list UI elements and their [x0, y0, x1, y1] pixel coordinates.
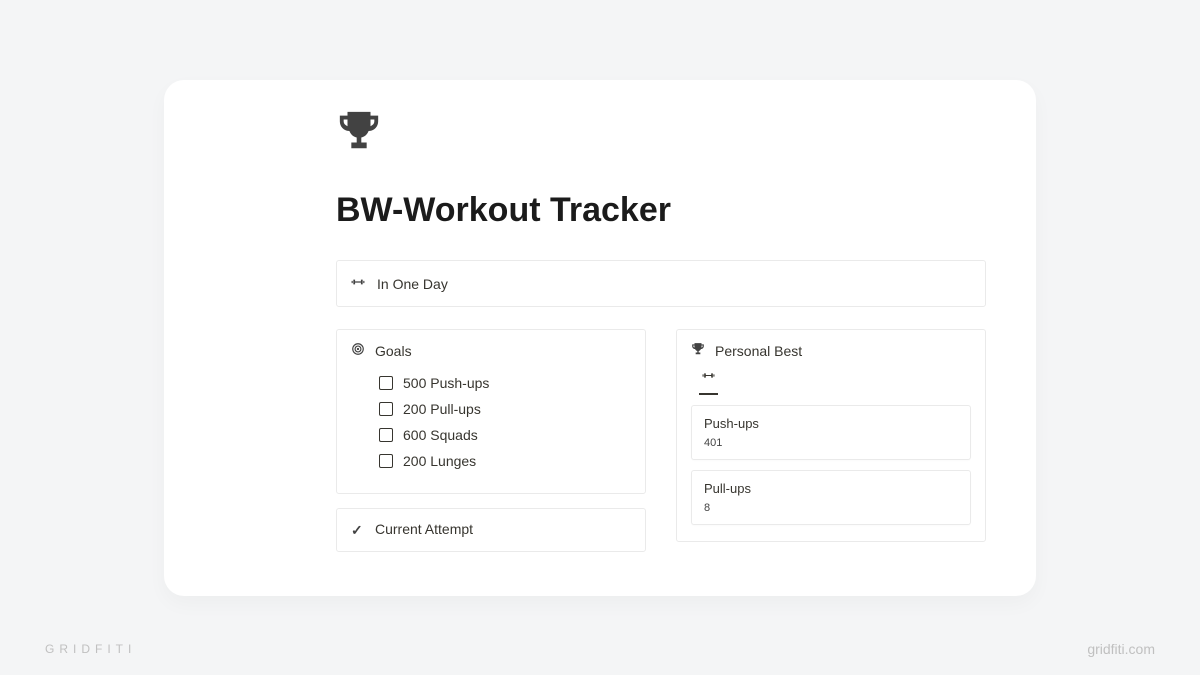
current-attempt-header-row: Current Attempt	[351, 521, 631, 537]
goal-item[interactable]: 200 Lunges	[379, 453, 631, 469]
goal-item[interactable]: 600 Squads	[379, 427, 631, 443]
personal-best-panel[interactable]: Personal Best Push-ups 401	[676, 329, 986, 542]
target-icon	[351, 342, 365, 359]
callout-text: In One Day	[377, 276, 448, 292]
page-card: BW-Workout Tracker In One Day Goals	[164, 80, 1036, 596]
callout-in-one-day[interactable]: In One Day	[336, 260, 986, 307]
personal-best-list: Push-ups 401 Pull-ups 8	[691, 405, 971, 525]
goal-label: 600 Squads	[403, 427, 478, 443]
footer: GRIDFITI gridfiti.com	[45, 641, 1155, 657]
pb-exercise: Push-ups	[704, 416, 958, 431]
columns: Goals 500 Push-ups 200 Pull-ups	[336, 329, 986, 566]
dumbbell-icon	[702, 369, 715, 386]
pb-value: 401	[704, 437, 958, 449]
checkbox-icon[interactable]	[379, 454, 393, 468]
pb-exercise: Pull-ups	[704, 481, 958, 496]
goals-list: 500 Push-ups 200 Pull-ups 600 Squads	[351, 375, 631, 469]
current-attempt-panel[interactable]: Current Attempt	[336, 508, 646, 552]
goals-panel[interactable]: Goals 500 Push-ups 200 Pull-ups	[336, 329, 646, 494]
current-attempt-header: Current Attempt	[375, 521, 473, 537]
right-column: Personal Best Push-ups 401	[676, 329, 986, 566]
goal-item[interactable]: 500 Push-ups	[379, 375, 631, 391]
goal-label: 200 Pull-ups	[403, 401, 481, 417]
check-icon	[351, 522, 365, 536]
goals-header-row: Goals	[351, 342, 631, 359]
tab-row	[691, 369, 971, 395]
goal-label: 200 Lunges	[403, 453, 476, 469]
personal-best-header: Personal Best	[715, 343, 802, 359]
page-content: BW-Workout Tracker In One Day Goals	[164, 80, 1036, 566]
page-title: BW-Workout Tracker	[336, 191, 986, 230]
tab-exercises[interactable]	[699, 369, 718, 395]
goal-item[interactable]: 200 Pull-ups	[379, 401, 631, 417]
pb-value: 8	[704, 502, 958, 514]
checkbox-icon[interactable]	[379, 376, 393, 390]
footer-brand: GRIDFITI	[45, 642, 136, 656]
checkbox-icon[interactable]	[379, 428, 393, 442]
footer-site: gridfiti.com	[1087, 641, 1155, 657]
checkbox-icon[interactable]	[379, 402, 393, 416]
goals-header: Goals	[375, 343, 412, 359]
trophy-icon-small	[691, 342, 705, 359]
pb-card[interactable]: Push-ups 401	[691, 405, 971, 460]
personal-best-header-row: Personal Best	[691, 342, 971, 359]
trophy-icon	[336, 108, 986, 159]
dumbbell-icon	[351, 275, 365, 292]
pb-card[interactable]: Pull-ups 8	[691, 470, 971, 525]
left-column: Goals 500 Push-ups 200 Pull-ups	[336, 329, 646, 566]
goal-label: 500 Push-ups	[403, 375, 489, 391]
